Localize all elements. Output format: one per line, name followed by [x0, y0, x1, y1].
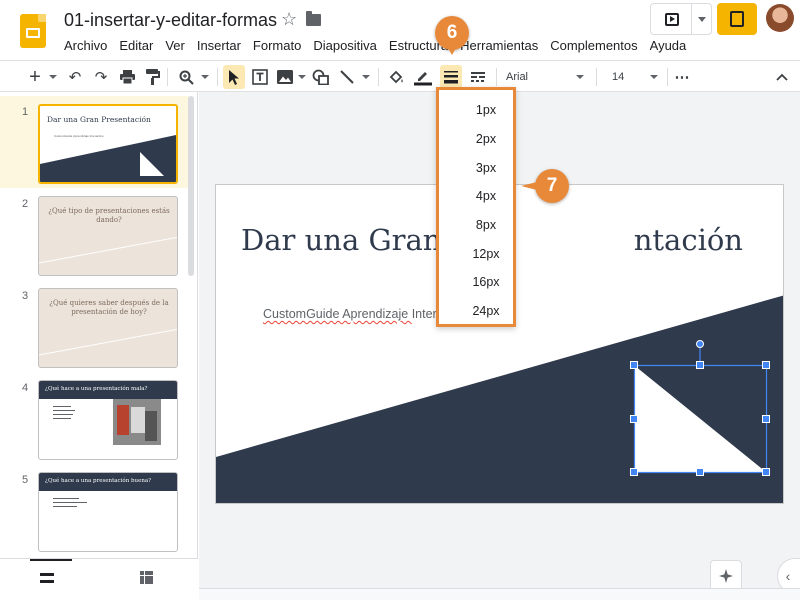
menu-complementos[interactable]: Complementos [544, 36, 643, 55]
resize-handle-top-left[interactable] [630, 361, 638, 369]
slide-thumbnail[interactable]: Dar una Gran Presentación CustomGuide Ap… [38, 104, 178, 184]
lock-icon [730, 11, 744, 27]
new-slide-icon[interactable]: + [26, 65, 44, 89]
resize-handle-bottom-left[interactable] [630, 468, 638, 476]
slide-number: 1 [22, 106, 29, 118]
shape-icon[interactable] [310, 65, 330, 89]
filmstrip-slide-3[interactable]: 3 ¿Qué quieres saber después de la prese… [0, 280, 190, 372]
menu-formato[interactable]: Formato [247, 36, 307, 55]
paint-format-icon[interactable] [144, 65, 162, 89]
menu-diapositiva[interactable]: Diapositiva [307, 36, 383, 55]
font-size-chevron-icon [650, 75, 658, 79]
border-dash-icon[interactable] [467, 65, 489, 89]
avatar[interactable] [766, 4, 794, 32]
resize-handle-top-right[interactable] [762, 361, 770, 369]
slides-logo-icon[interactable] [20, 14, 46, 48]
line-chevron-icon[interactable] [360, 65, 372, 89]
app-header: 01-insertar-y-editar-formas ☆ Archivo Ed… [0, 0, 800, 60]
filmstrip-slide-4[interactable]: 4 ¿Qué hace a una presentación mala? [0, 372, 190, 464]
resize-handle-bottom-right[interactable] [762, 468, 770, 476]
explore-icon [719, 569, 733, 583]
text-box-icon[interactable] [250, 65, 270, 89]
filmstrip-slide-5[interactable]: 5 ¿Qué hace a una presentación buena? [0, 464, 190, 556]
new-slide-chevron-icon[interactable] [46, 65, 60, 89]
font-family-value: Arial [506, 71, 529, 83]
line-weight-option[interactable]: 3px [439, 154, 513, 182]
border-weight-icon[interactable] [440, 65, 462, 89]
filmstrip-slide-2[interactable]: 2 ¿Qué tipo de presentaciones estás dand… [0, 188, 190, 280]
filmstrip-slide-1[interactable]: 1 Dar una Gran Presentación CustomGuide … [0, 96, 190, 188]
image-icon[interactable] [275, 65, 295, 89]
share-button[interactable] [717, 3, 757, 35]
slide-thumbnail[interactable]: ¿Qué tipo de presentaciones estás dando? [38, 196, 178, 276]
line-weight-option[interactable]: 12px [439, 240, 513, 268]
menu-ver[interactable]: Ver [159, 36, 191, 55]
menu-archivo[interactable]: Archivo [58, 36, 113, 55]
zoom-icon[interactable] [176, 65, 196, 89]
zoom-chevron-icon[interactable] [198, 65, 212, 89]
undo-icon[interactable]: ↶ [66, 65, 84, 89]
chevron-up-icon[interactable] [772, 65, 792, 89]
present-icon [665, 13, 679, 26]
menu-insertar[interactable]: Insertar [191, 36, 247, 55]
select-cursor-icon[interactable] [223, 65, 245, 89]
redo-icon[interactable]: ↷ [92, 65, 110, 89]
menu-bar: Archivo Editar Ver Insertar Formato Diap… [58, 36, 692, 55]
filmstrip-scrollbar[interactable] [188, 96, 194, 276]
document-title[interactable]: 01-insertar-y-editar-formas [64, 10, 277, 31]
line-weight-option[interactable]: 24px [439, 297, 513, 325]
slide-thumbnail[interactable]: ¿Qué hace a una presentación mala? [38, 380, 178, 460]
print-icon[interactable] [118, 65, 136, 89]
slide-title-part-1: Dar una Gran [241, 223, 451, 257]
font-size-value: 14 [612, 71, 625, 83]
font-family-chevron-icon [576, 75, 584, 79]
border-color-icon[interactable] [412, 65, 434, 89]
line-icon[interactable] [337, 65, 357, 89]
font-family-select[interactable]: Arial [506, 65, 586, 89]
slide-thumbnail[interactable]: ¿Qué quieres saber después de la present… [38, 288, 178, 368]
fill-color-icon[interactable] [386, 65, 406, 89]
step-callout-7: 7 [521, 169, 569, 203]
image-chevron-icon[interactable] [296, 65, 308, 89]
font-size-select[interactable]: 14 [612, 65, 662, 89]
line-weight-dropdown: 1px 2px 3px 4px 8px 12px 16px 24px [436, 87, 516, 327]
slide-filmstrip: 1 Dar una Gran Presentación CustomGuide … [0, 92, 198, 600]
step-callout-6: 6 [435, 16, 469, 55]
line-weight-option[interactable]: 2px [439, 125, 513, 153]
resize-handle-left[interactable] [630, 415, 638, 423]
line-weight-option[interactable]: 8px [439, 211, 513, 239]
more-options-icon[interactable]: ⋯ [672, 65, 692, 89]
menu-ayuda[interactable]: Ayuda [644, 36, 693, 55]
chevron-down-icon[interactable] [698, 17, 706, 22]
resize-handle-top[interactable] [696, 361, 704, 369]
rotate-handle[interactable] [696, 340, 704, 348]
star-icon[interactable]: ☆ [281, 9, 297, 30]
speaker-notes-divider[interactable] [199, 588, 800, 600]
line-weight-option[interactable]: 4px [439, 182, 513, 210]
grid-view-icon[interactable] [140, 571, 153, 584]
slide-subtitle-part-2: Inter [411, 307, 437, 321]
present-button[interactable] [650, 3, 712, 35]
slide-title-part-2: ntación [633, 223, 743, 257]
slide-number: 3 [22, 290, 29, 302]
slide-number: 4 [22, 382, 29, 394]
line-weight-option[interactable]: 1px [439, 96, 513, 124]
slide-number: 5 [22, 474, 29, 486]
resize-handle-right[interactable] [762, 415, 770, 423]
chevron-left-icon: ‹ [785, 568, 791, 584]
folder-icon[interactable] [306, 11, 321, 26]
filmstrip-view-icon[interactable] [40, 573, 54, 583]
filmstrip-footer [0, 558, 198, 600]
menu-editar[interactable]: Editar [113, 36, 159, 55]
slide-subtitle-part-1: CustomGuide Aprendizaje [263, 307, 412, 321]
toolbar: + ↶ ↷ Arial 14 ⋯ [0, 60, 800, 92]
slide-thumbnail[interactable]: ¿Qué hace a una presentación buena? [38, 472, 178, 552]
slide-subtitle[interactable]: CustomGuide Aprendizaje Inter [263, 307, 437, 321]
slide-number: 2 [22, 198, 29, 210]
line-weight-option[interactable]: 16px [439, 268, 513, 296]
resize-handle-bottom[interactable] [696, 468, 704, 476]
slides-app: 01-insertar-y-editar-formas ☆ Archivo Ed… [0, 0, 800, 600]
